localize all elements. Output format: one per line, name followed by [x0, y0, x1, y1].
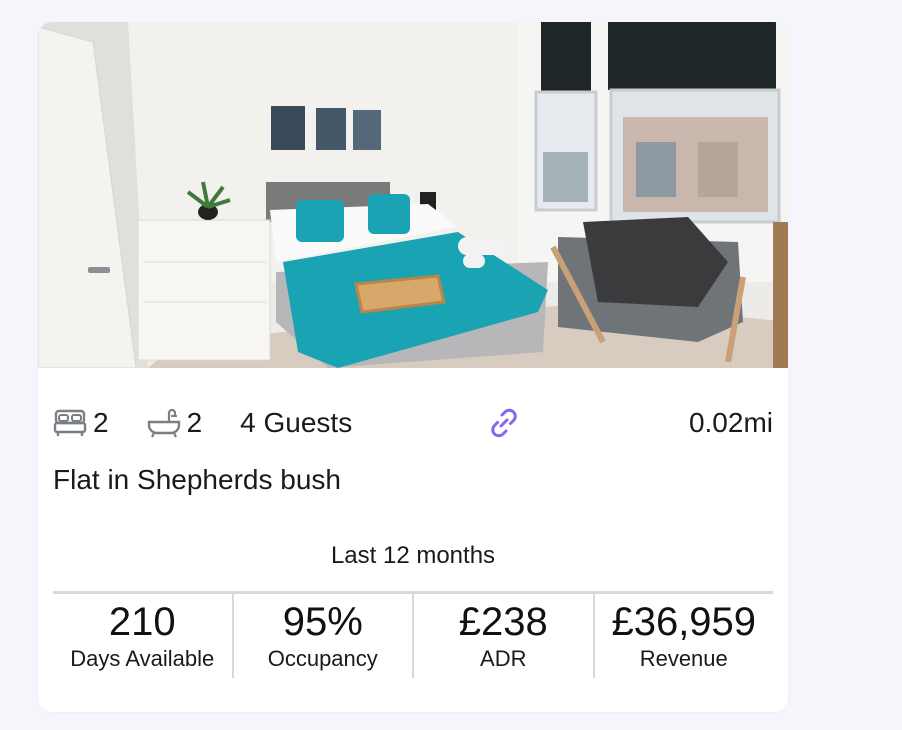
metric-value: £36,959 — [611, 600, 757, 644]
metric-adr: £238 ADR — [414, 594, 595, 678]
metric-occupancy: 95% Occupancy — [234, 594, 414, 678]
listing-photo[interactable] — [38, 22, 788, 368]
bathrooms-count: 2 — [186, 407, 203, 438]
performance-metrics: 210 Days Available 95% Occupancy £238 AD… — [53, 591, 773, 678]
listing-title[interactable]: Flat in Shepherds bush — [53, 464, 341, 496]
metric-value: 95% — [282, 600, 363, 644]
bed-icon — [53, 408, 87, 438]
guests-count: 4 Guests — [240, 407, 353, 438]
metric-revenue: £36,959 Revenue — [595, 594, 774, 678]
listing-card[interactable]: 2 2 4 Guests 0.02mi Flat in Shepherds bu… — [38, 22, 788, 712]
bedrooms-count: 2 — [93, 407, 109, 438]
metric-label: ADR — [480, 646, 527, 671]
metric-label: Occupancy — [267, 646, 378, 671]
metric-label: Revenue — [639, 646, 728, 671]
metric-label: Days Available — [70, 646, 215, 671]
link-icon — [491, 408, 517, 438]
bathrooms-stat: 2 — [147, 407, 203, 439]
bedrooms-stat: 2 — [53, 407, 109, 439]
bathtub-icon — [147, 408, 181, 438]
distance-value: 0.02mi — [688, 407, 773, 438]
metric-value: 210 — [108, 600, 176, 644]
performance-period: Last 12 months — [330, 542, 496, 569]
metric-value: £238 — [458, 600, 548, 644]
metric-days-available: 210 Days Available — [53, 594, 234, 678]
listing-stats-row: 2 2 4 Guests 0.02mi — [53, 404, 773, 442]
listing-link-icon[interactable] — [486, 405, 522, 441]
